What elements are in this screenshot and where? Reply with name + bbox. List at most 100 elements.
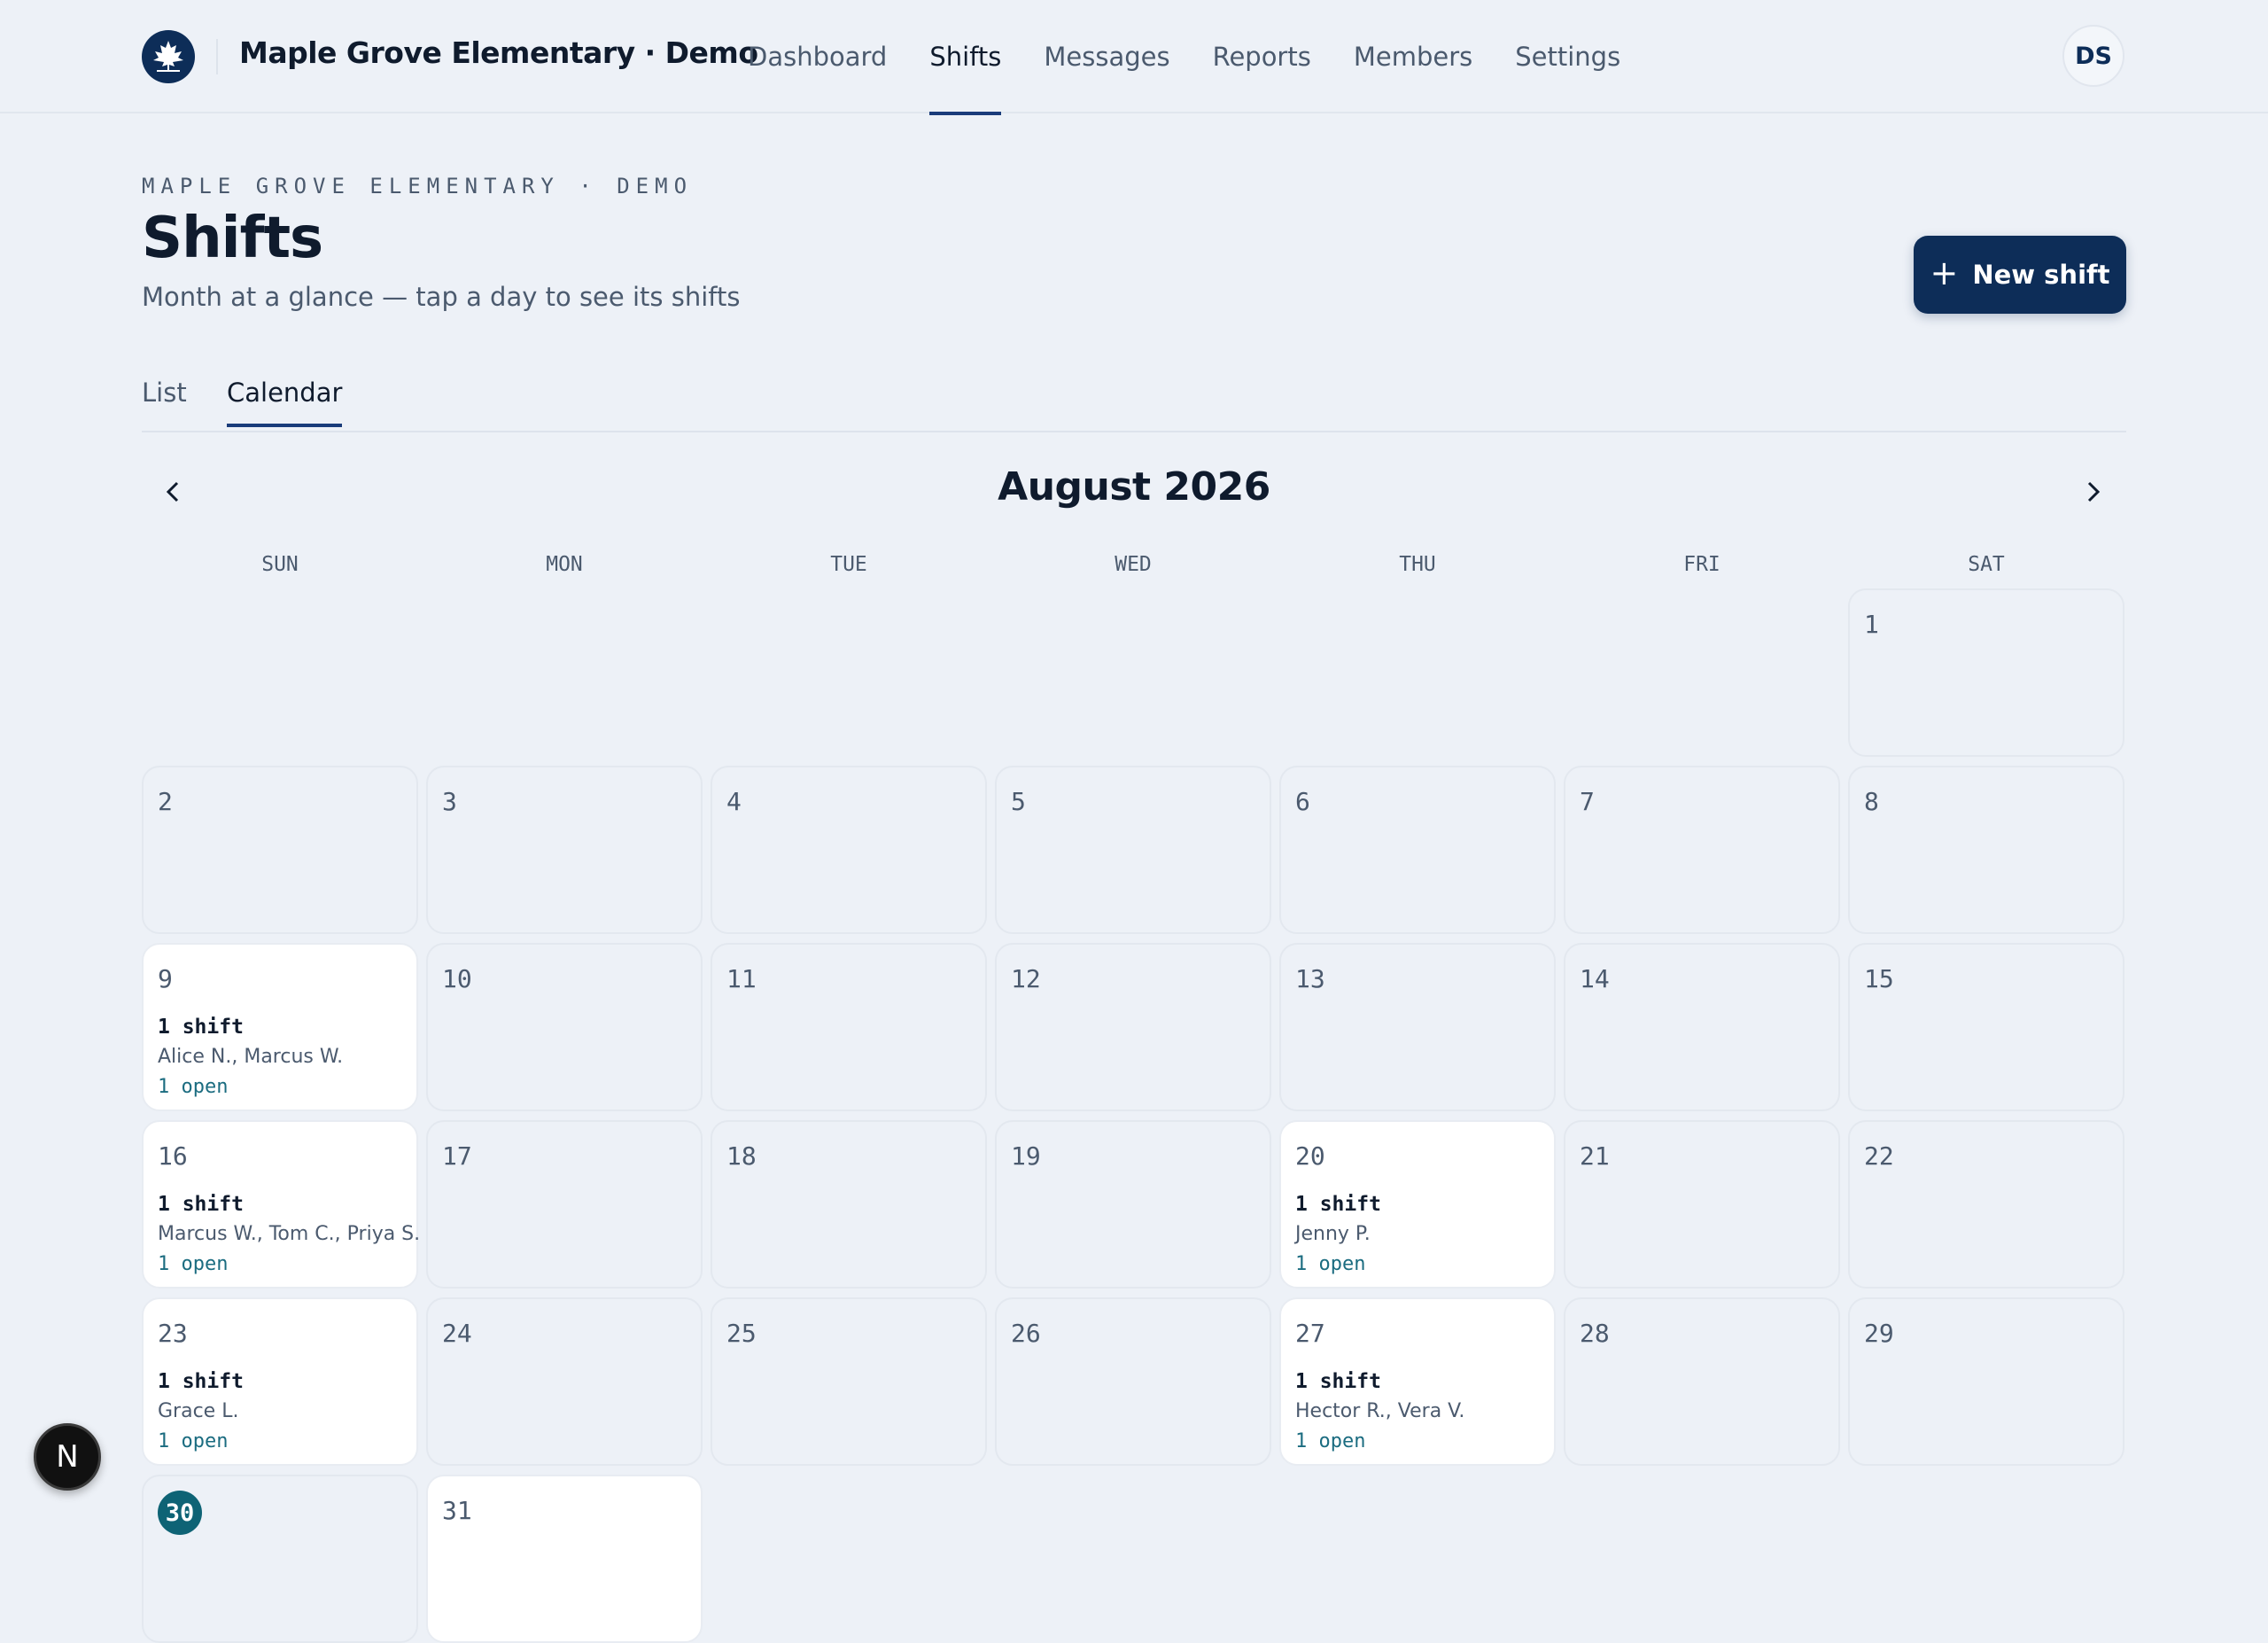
day-cell-17[interactable]: 17	[426, 1120, 703, 1289]
weekday-wed: WED	[1115, 553, 1152, 576]
nav-dashboard[interactable]: Dashboard	[748, 0, 887, 113]
weekday-thu: THU	[1399, 553, 1436, 576]
day-cell-11[interactable]: 11	[711, 943, 987, 1111]
new-shift-button[interactable]: + New shift	[1914, 236, 2126, 314]
page-subtitle: Month at a glance — tap a day to see its…	[142, 282, 741, 312]
next-month-button[interactable]	[2071, 470, 2116, 514]
tab-calendar[interactable]: Calendar	[227, 378, 343, 427]
day-cell-27[interactable]: 27 1 shift Hector R., Vera V. 1 open	[1279, 1297, 1556, 1466]
weekday-fri: FRI	[1683, 553, 1720, 576]
day-cell-25[interactable]: 25	[711, 1297, 987, 1466]
day-cell-8[interactable]: 8	[1848, 766, 2124, 934]
day-number: 21	[1580, 1141, 1610, 1171]
day-cell-5[interactable]: 5	[995, 766, 1271, 934]
maple-leaf-icon	[153, 41, 183, 72]
open-slots: 1 open	[158, 1430, 229, 1452]
day-number: 5	[1011, 787, 1026, 816]
weekday-mon: MON	[546, 553, 583, 576]
day-number: 14	[1580, 964, 1610, 993]
day-number: 1	[1864, 610, 1879, 639]
day-number: 20	[1295, 1141, 1325, 1171]
day-cell-4[interactable]: 4	[711, 766, 987, 934]
day-number: 24	[442, 1319, 472, 1348]
assigned-people: Jenny P.	[1295, 1223, 1371, 1245]
tab-list[interactable]: List	[142, 378, 187, 424]
open-slots: 1 open	[1295, 1430, 1366, 1452]
shift-count: 1 shift	[158, 1370, 244, 1393]
day-number: 7	[1580, 787, 1595, 816]
weekday-tue: TUE	[830, 553, 867, 576]
shift-count: 1 shift	[1295, 1193, 1381, 1216]
day-cell-24[interactable]: 24	[426, 1297, 703, 1466]
nav-settings[interactable]: Settings	[1515, 0, 1620, 113]
day-number: 19	[1011, 1141, 1041, 1171]
day-cell-2[interactable]: 2	[142, 766, 418, 934]
day-number: 3	[442, 787, 457, 816]
user-avatar[interactable]: DS	[2062, 25, 2124, 87]
day-number: 17	[442, 1141, 472, 1171]
day-cell-30[interactable]: 30	[142, 1475, 418, 1643]
app-brand-title[interactable]: Maple Grove Elementary · Demo	[239, 35, 758, 70]
weekday-sat: SAT	[1968, 553, 2005, 576]
day-number: 15	[1864, 964, 1894, 993]
day-number: 8	[1864, 787, 1879, 816]
nav-messages[interactable]: Messages	[1044, 0, 1169, 113]
dev-tools-letter: N	[56, 1439, 79, 1475]
brand-divider	[216, 39, 218, 74]
day-cell-22[interactable]: 22	[1848, 1120, 2124, 1289]
day-cell-29[interactable]: 29	[1848, 1297, 2124, 1466]
nav-members[interactable]: Members	[1354, 0, 1472, 113]
day-number: 28	[1580, 1319, 1610, 1348]
day-cell-9[interactable]: 9 1 shift Alice N., Marcus W. 1 open	[142, 943, 418, 1111]
day-cell-6[interactable]: 6	[1279, 766, 1556, 934]
main-nav: Dashboard Shifts Messages Reports Member…	[748, 0, 1663, 115]
day-number: 12	[1011, 964, 1041, 993]
day-cell-18[interactable]: 18	[711, 1120, 987, 1289]
day-number: 16	[158, 1141, 188, 1171]
day-cell-14[interactable]: 14	[1564, 943, 1840, 1111]
assigned-people: Alice N., Marcus W.	[158, 1046, 344, 1068]
day-cell-23[interactable]: 23 1 shift Grace L. 1 open	[142, 1297, 418, 1466]
today-day-number: 30	[158, 1491, 202, 1535]
top-navigation-bar: Maple Grove Elementary · Demo Dashboard …	[0, 0, 2268, 115]
day-number: 9	[158, 964, 173, 993]
day-number: 6	[1295, 787, 1310, 816]
dev-tools-badge[interactable]: N	[34, 1423, 101, 1491]
day-cell-16[interactable]: 16 1 shift Marcus W., Tom C., Priya S. 1 op…	[142, 1120, 421, 1289]
day-cell-19[interactable]: 19	[995, 1120, 1271, 1289]
day-cell-20[interactable]: 20 1 shift Jenny P. 1 open	[1279, 1120, 1556, 1289]
day-cell-21[interactable]: 21	[1564, 1120, 1840, 1289]
page-title: Shifts	[142, 206, 323, 271]
day-number: 2	[158, 787, 173, 816]
day-number: 4	[726, 787, 742, 816]
previous-month-button[interactable]	[151, 470, 195, 514]
day-cell-26[interactable]: 26	[995, 1297, 1271, 1466]
open-slots: 1 open	[158, 1076, 229, 1098]
day-number: 26	[1011, 1319, 1041, 1348]
day-cell-31[interactable]: 31	[426, 1475, 703, 1643]
day-cell-12[interactable]: 12	[995, 943, 1271, 1111]
open-slots: 1 open	[1295, 1253, 1366, 1275]
day-cell-1[interactable]: 1	[1848, 588, 2124, 757]
day-cell-3[interactable]: 3	[426, 766, 703, 934]
view-tabs: List Calendar	[142, 369, 2126, 432]
day-cell-10[interactable]: 10	[426, 943, 703, 1111]
weekday-sun: SUN	[261, 553, 299, 576]
open-slots: 1 open	[158, 1253, 229, 1275]
day-number: 18	[726, 1141, 757, 1171]
assigned-people: Marcus W., Tom C., Priya S.	[158, 1223, 421, 1245]
day-number: 25	[726, 1319, 757, 1348]
plus-icon: +	[1930, 253, 1959, 292]
nav-shifts[interactable]: Shifts	[929, 0, 1002, 115]
day-cell-15[interactable]: 15	[1848, 943, 2124, 1111]
day-number: 31	[442, 1496, 472, 1525]
day-cell-28[interactable]: 28	[1564, 1297, 1840, 1466]
day-number: 29	[1864, 1319, 1894, 1348]
nav-reports[interactable]: Reports	[1213, 0, 1311, 113]
chevron-right-icon	[2087, 481, 2101, 502]
day-cell-7[interactable]: 7	[1564, 766, 1840, 934]
shift-count: 1 shift	[1295, 1370, 1381, 1393]
school-logo[interactable]	[142, 30, 195, 83]
day-cell-13[interactable]: 13	[1279, 943, 1556, 1111]
day-number: 27	[1295, 1319, 1325, 1348]
